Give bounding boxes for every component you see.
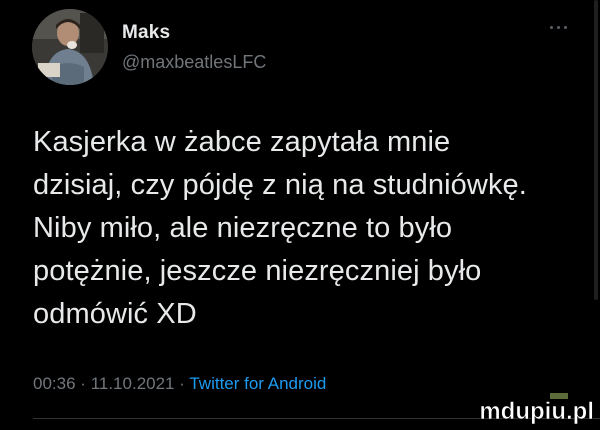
watermark-logo: mdupiu.pl bbox=[478, 391, 596, 427]
tweet-time: 00:36 bbox=[33, 374, 76, 393]
avatar[interactable] bbox=[32, 9, 108, 85]
display-name[interactable]: Maks bbox=[122, 22, 170, 44]
tweet-metadata: 00:36 · 11.10.2021 · Twitter for Android bbox=[33, 374, 326, 394]
tweet-text: Kasjerka w żabce zapytała mnie dzisiaj, … bbox=[33, 126, 527, 330]
meta-separator: · bbox=[179, 374, 185, 393]
tweet-date[interactable]: 11.10.2021 bbox=[91, 374, 175, 393]
tweet-card: Maks @maxbeatlesLFC Kasjerka w żabce zap… bbox=[0, 0, 600, 430]
meta-separator: · bbox=[80, 374, 86, 393]
scrollbar[interactable] bbox=[594, 0, 598, 300]
more-options-icon[interactable] bbox=[548, 20, 570, 34]
user-handle[interactable]: @maxbeatlesLFC bbox=[122, 52, 266, 73]
avatar-photo bbox=[32, 9, 108, 85]
tweet-source-link[interactable]: Twitter for Android bbox=[189, 374, 326, 393]
svg-text:mdupiu.pl: mdupiu.pl bbox=[479, 398, 594, 425]
